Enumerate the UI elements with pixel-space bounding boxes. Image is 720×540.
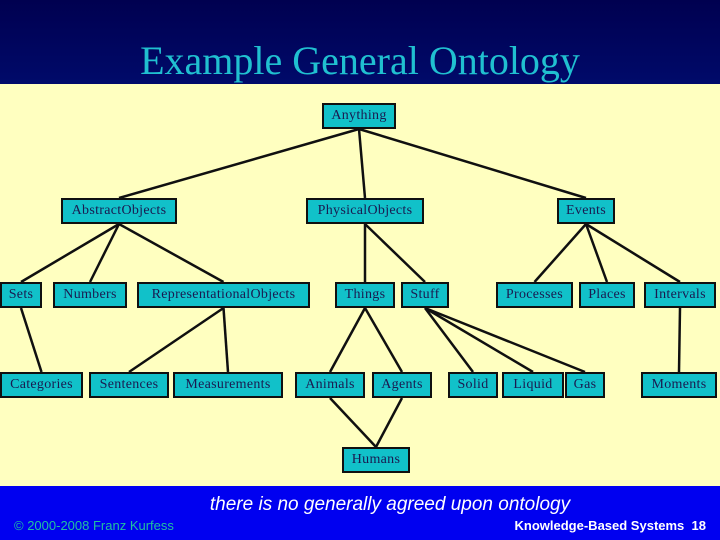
edge-anything-abstract (118, 127, 360, 200)
node-label: Gas (573, 377, 597, 392)
node-label: Anything (331, 108, 387, 123)
edge-animals-humans (329, 397, 377, 448)
node-label: Sentences (99, 377, 159, 392)
node-categories: Categories (0, 372, 83, 398)
node-label: RepresentationalObjects (151, 287, 296, 302)
edge-events-intervals (585, 222, 681, 284)
node-label: Sets (8, 287, 34, 302)
node-label: Moments (651, 377, 707, 392)
edge-events-places (584, 223, 609, 283)
edge-sets-categories (19, 307, 43, 373)
node-humans: Humans (342, 447, 410, 473)
edge-repr-measurements (222, 307, 230, 373)
edge-events-processes (533, 223, 587, 283)
node-intervals: Intervals (644, 282, 716, 308)
course-name: Knowledge-Based Systems (514, 518, 685, 533)
slide-caption: there is no generally agreed upon ontolo… (209, 494, 571, 515)
node-label: Intervals (654, 287, 706, 302)
node-sentences: Sentences (89, 372, 169, 398)
node-abstract: AbstractObjects (61, 198, 177, 224)
node-label: Animals (305, 377, 355, 392)
node-label: Events (566, 203, 606, 218)
edge-agents-humans (374, 397, 404, 448)
node-label: PhysicalObjects (317, 203, 413, 218)
edge-stuff-liquid (424, 306, 534, 374)
node-label: AbstractObjects (71, 203, 167, 218)
node-label: Stuff (410, 287, 440, 302)
node-liquid: Liquid (502, 372, 564, 398)
node-moments: Moments (641, 372, 717, 398)
node-label: Numbers (63, 287, 117, 302)
edge-abstract-repr (118, 222, 225, 284)
node-things: Things (335, 282, 395, 308)
edge-anything-events (358, 127, 587, 200)
node-processes: Processes (496, 282, 573, 308)
node-gas: Gas (565, 372, 605, 398)
node-animals: Animals (295, 372, 365, 398)
node-measurements: Measurements (173, 372, 283, 398)
node-sets: Sets (0, 282, 42, 308)
node-label: Categories (10, 377, 73, 392)
course-label: Knowledge-Based Systems 18 (515, 518, 706, 533)
node-numbers: Numbers (53, 282, 127, 308)
edge-repr-sentences (128, 306, 225, 374)
node-label: Agents (381, 377, 423, 392)
edge-things-agents (363, 307, 404, 373)
node-label: Humans (351, 452, 401, 467)
node-label: Places (588, 287, 626, 302)
node-label: Liquid (513, 377, 553, 392)
node-repr: RepresentationalObjects (137, 282, 310, 308)
edge-intervals-moments (677, 307, 682, 373)
node-events: Events (557, 198, 615, 224)
edge-anything-physical (357, 128, 367, 199)
node-label: Things (344, 287, 386, 302)
edge-physical-stuff (364, 223, 426, 283)
edge-things-animals (328, 307, 367, 373)
node-agents: Agents (372, 372, 432, 398)
node-places: Places (579, 282, 635, 308)
node-label: Processes (505, 287, 564, 302)
copyright-text: © 2000-2008 Franz Kurfess (14, 518, 174, 533)
page-number: 18 (691, 518, 706, 533)
node-stuff: Stuff (401, 282, 449, 308)
node-anything: Anything (322, 103, 396, 129)
node-label: Solid (457, 377, 489, 392)
node-physical: PhysicalObjects (306, 198, 424, 224)
node-label: Measurements (185, 377, 271, 392)
node-solid: Solid (448, 372, 498, 398)
